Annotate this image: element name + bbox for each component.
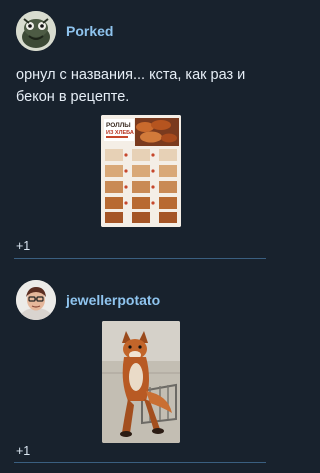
image-title-line1: РОЛЛЫ <box>106 122 131 129</box>
post-image[interactable]: РОЛЛЫ ИЗ ХЛЕБА <box>101 115 181 227</box>
divider <box>14 258 266 259</box>
divider <box>14 462 266 463</box>
reaction-count[interactable]: +1 <box>16 239 30 253</box>
username[interactable]: jewellerpotato <box>66 292 160 308</box>
avatar[interactable] <box>16 11 56 51</box>
post-header: Porked <box>16 11 113 51</box>
post-header: jewellerpotato <box>16 280 160 320</box>
comments-feed: Porked орнул с названия... кста, как раз… <box>0 0 273 473</box>
comment-post: Porked орнул с названия... кста, как раз… <box>0 0 273 262</box>
post-image[interactable] <box>102 321 180 443</box>
avatar[interactable] <box>16 280 56 320</box>
image-title-line2: ИЗ ХЛЕБА <box>106 130 134 136</box>
reaction-count[interactable]: +1 <box>16 444 30 458</box>
username[interactable]: Porked <box>66 23 113 39</box>
comment-post: jewellerpotato +1 <box>0 264 273 473</box>
post-text: орнул с названия... кста, как раз и беко… <box>16 67 246 105</box>
